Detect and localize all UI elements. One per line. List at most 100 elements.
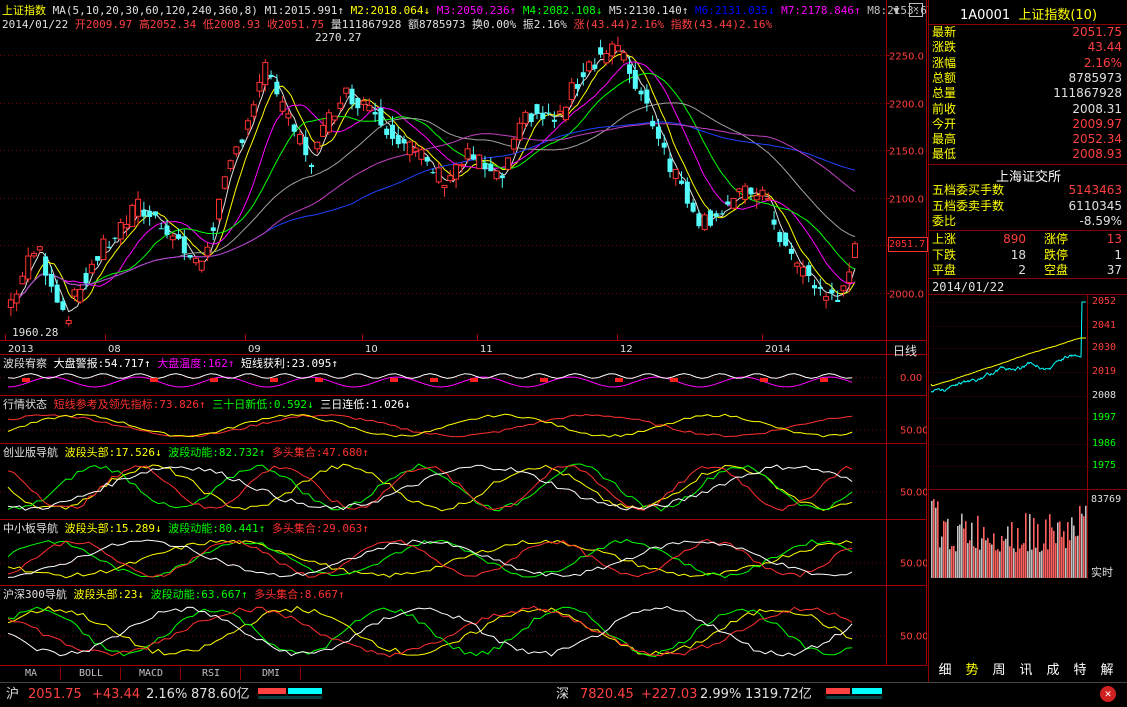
- candle-body: [331, 115, 338, 121]
- order-row: 五档委买手数 5143463: [932, 183, 1122, 198]
- ma-value-5: M5:2130.140↑: [608, 4, 696, 17]
- candle-body: [291, 124, 297, 132]
- candle-body: [574, 84, 580, 89]
- candle-body: [158, 228, 164, 230]
- candle-body: [771, 219, 777, 225]
- quote-tab-0[interactable]: 细: [933, 662, 957, 680]
- ma-value-3: M3:2050.236↑: [436, 4, 523, 17]
- candle-body: [43, 256, 49, 276]
- minute-volume-bar: [951, 546, 953, 578]
- ma-line-30: [7, 72, 856, 308]
- sh-change: +43.44: [92, 687, 141, 702]
- candle-body: [147, 210, 153, 217]
- panel-indicator-value: 波段头部:15.289↓: [64, 522, 169, 535]
- minute-volume-bar: [1025, 513, 1027, 578]
- panel-name: 沪深300导航: [3, 588, 74, 601]
- minute-volume-bar: [1065, 548, 1067, 578]
- candle-body: [441, 184, 448, 188]
- minute-volume-bar: [1019, 548, 1021, 578]
- candle-body: [546, 112, 552, 114]
- breadth-value: 13: [1106, 232, 1122, 246]
- candle-body: [684, 181, 690, 204]
- candle-body: [88, 263, 95, 274]
- chart-canvas[interactable]: 2250.02200.02150.02100.02050.02000.02013…: [0, 0, 927, 666]
- minute-volume-bar: [989, 542, 991, 578]
- indicator-tab-ma[interactable]: MA: [2, 667, 61, 680]
- y-tick: 2200.0: [889, 100, 924, 111]
- minute-volume-bar: [953, 545, 955, 578]
- indicator-tab-dmi[interactable]: DMI: [242, 667, 301, 680]
- indicator-tab-macd[interactable]: MACD: [122, 667, 181, 680]
- panel-y-label: 50.00: [900, 632, 927, 643]
- minute-y-tick: 1975: [1092, 460, 1117, 471]
- close-icon[interactable]: ✕: [909, 3, 923, 17]
- candle-body: [239, 139, 245, 144]
- candle-body: [620, 52, 627, 61]
- candle-body: [7, 299, 14, 308]
- alert-icon[interactable]: ✕: [1100, 686, 1116, 702]
- candle-body: [129, 204, 136, 228]
- candle-body: [650, 120, 656, 127]
- minute-volume-bar: [1081, 513, 1083, 578]
- candle-body: [638, 90, 644, 95]
- candlesticks: [7, 36, 858, 327]
- candle-body: [586, 61, 593, 72]
- low-annotation: 1960.28: [12, 326, 59, 339]
- alert-bar: [760, 378, 768, 382]
- candle-body: [661, 142, 667, 148]
- quote-tab-1[interactable]: 势: [960, 662, 984, 680]
- candle-body: [794, 262, 801, 267]
- candle-body: [476, 154, 483, 170]
- indicator-tab-rsi[interactable]: RSI: [182, 667, 241, 680]
- kline-chart-area[interactable]: 2250.02200.02150.02100.02050.02000.02013…: [0, 0, 947, 666]
- candle-body: [309, 164, 315, 167]
- quote-tab-6[interactable]: 解: [1095, 662, 1119, 680]
- sz-label: 深: [556, 687, 570, 702]
- candle-body: [36, 246, 43, 251]
- candle-body: [60, 301, 66, 310]
- panel-indicator-value: 大盘警报:54.717↑: [53, 357, 158, 370]
- candle-body: [748, 187, 754, 195]
- panel-indicator-value: 波段动能:80.441↑: [168, 522, 272, 535]
- realtime-label: 实时: [1091, 566, 1113, 579]
- order-value: 6110345: [1068, 198, 1122, 213]
- panel-indicator-value: 短线获利:23.095↑: [240, 357, 338, 370]
- minute-volume-bar: [991, 544, 993, 578]
- candle-body: [244, 120, 251, 130]
- candle-body: [540, 112, 546, 120]
- quote-tab-3[interactable]: 讯: [1014, 662, 1038, 680]
- candle-body: [453, 164, 460, 180]
- minute-volume-bar: [1023, 543, 1025, 578]
- bar-open: 开2009.97: [74, 18, 133, 31]
- scroll-down-icon[interactable]: ▼: [893, 4, 900, 17]
- quote-tab-4[interactable]: 成: [1041, 662, 1065, 680]
- x-tick: 09: [248, 344, 261, 355]
- period-label[interactable]: 日线: [893, 342, 917, 359]
- ma-line-20: [7, 61, 856, 308]
- candle-body: [812, 285, 818, 289]
- candle-body: [493, 170, 500, 180]
- minute-volume-bar: [961, 513, 963, 578]
- sz-updown-bar: [826, 686, 882, 700]
- minute-volume-bar: [1073, 525, 1075, 578]
- quote-label: 最新: [932, 25, 957, 39]
- indicator-tab-boll[interactable]: BOLL: [62, 667, 121, 680]
- quote-tab-5[interactable]: 特: [1068, 662, 1092, 680]
- minute-volume-bar: [1085, 505, 1087, 578]
- sz-amount: 1319.72亿: [745, 687, 812, 702]
- candle-body: [799, 266, 806, 277]
- minute-volume-bar: [1055, 543, 1057, 578]
- candle-body: [181, 236, 187, 254]
- panel-indicator-value: 波段头部:17.526↓: [64, 446, 169, 459]
- panel-line: [7, 539, 853, 579]
- current-price-tag: 2051.7: [888, 237, 928, 252]
- order-label: 五档委卖手数: [932, 198, 1005, 213]
- y-tick: 2250.0: [889, 52, 924, 63]
- quote-tab-2[interactable]: 周: [987, 662, 1011, 680]
- candle-body: [823, 296, 830, 301]
- minute-chart-date: 2014/01/22: [932, 280, 1005, 294]
- candle-body: [325, 112, 332, 133]
- candle-body: [562, 106, 569, 121]
- candle-body: [65, 320, 72, 325]
- candle-body: [227, 160, 234, 169]
